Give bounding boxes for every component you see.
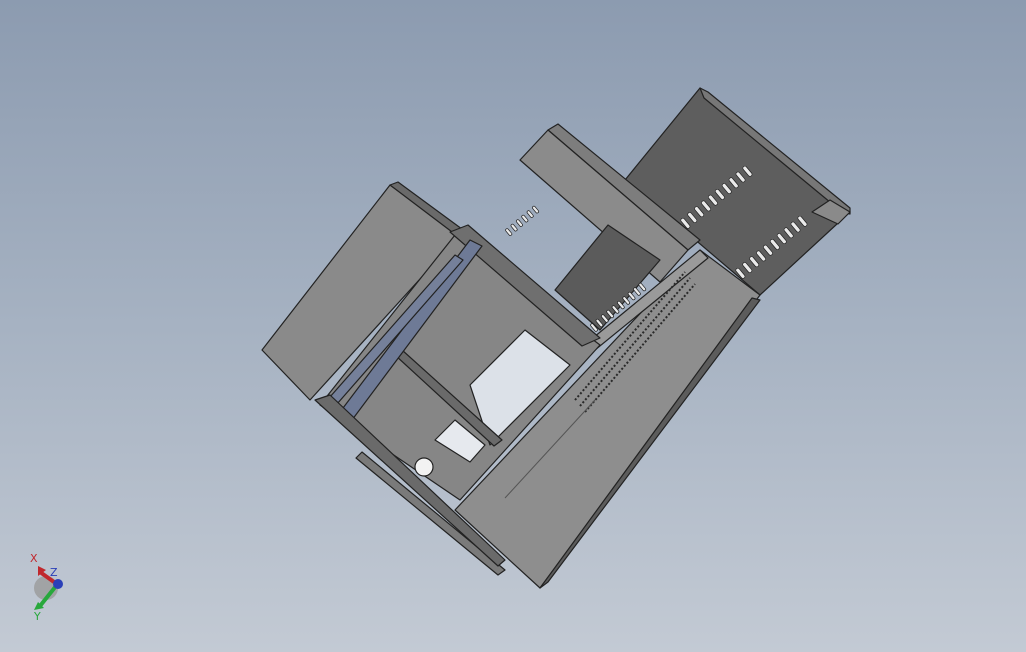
z-axis-label: Z (50, 566, 58, 579)
orientation-triad[interactable]: X Z Y (24, 548, 74, 620)
z-axis-dot (53, 579, 63, 589)
cabinet-3d-model[interactable] (0, 0, 1026, 652)
y-axis-label: Y (33, 610, 41, 620)
x-axis-label: X (30, 552, 38, 565)
cable-hole (414, 457, 434, 477)
graphics-viewport[interactable]: X Z Y (0, 0, 1026, 652)
